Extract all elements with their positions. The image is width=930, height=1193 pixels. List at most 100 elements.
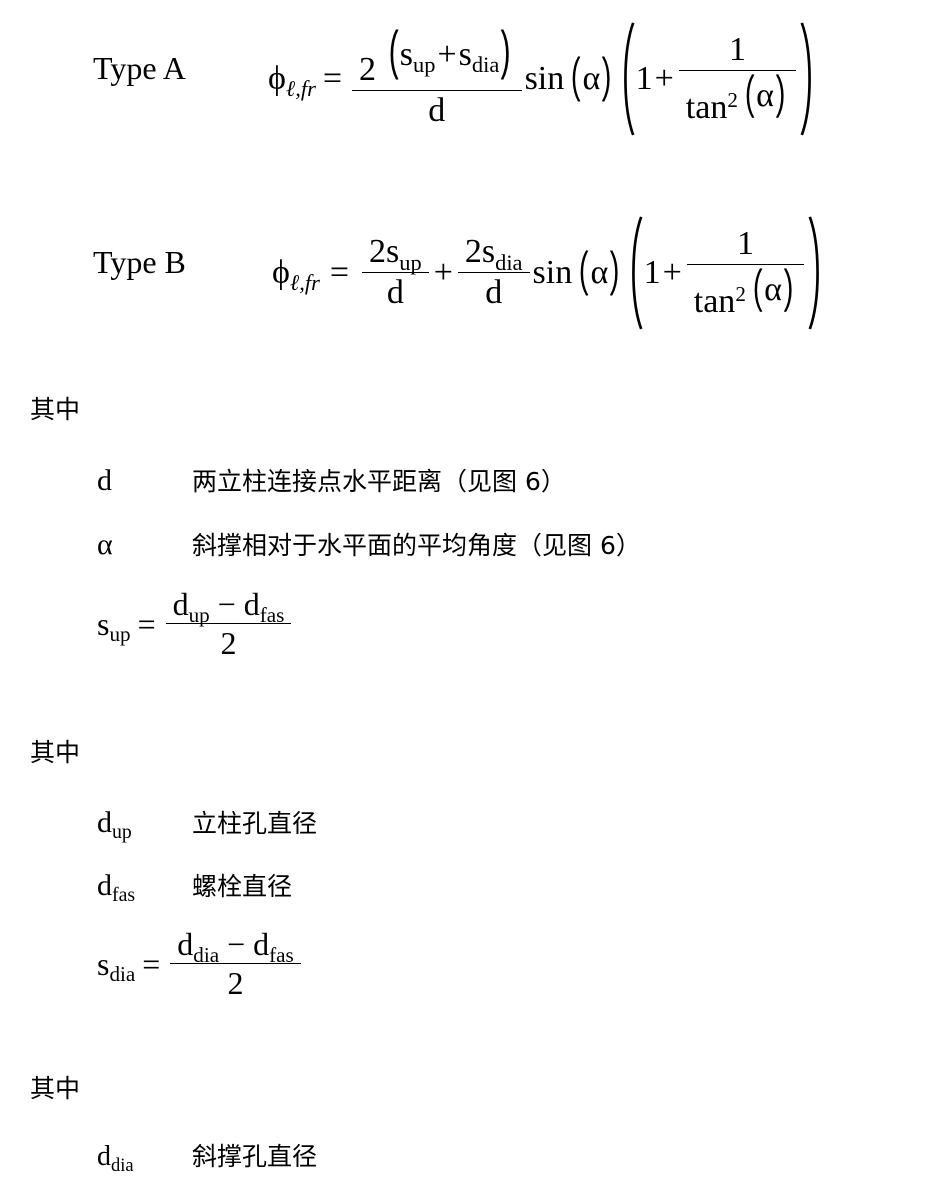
equation-type-b: ϕℓ,fr = 2sup d + 2sdia d sin α 1 + 1 tan… — [272, 216, 825, 330]
equation-type-a-math: ϕℓ,fr = 2 sup + sdia d sin α 1 + 1 tan2 … — [268, 22, 817, 136]
second-fraction-b-base: s — [481, 233, 496, 271]
tan-argument-b: α — [764, 270, 782, 308]
second-fraction-b-numerator: 2sdia — [458, 233, 530, 275]
s-dia-fraction: ddia − dfas 2 — [170, 926, 301, 999]
definition-row-d-dia: ddia 斜撑孔直径 — [97, 1141, 318, 1175]
tan-function-b: tan — [693, 283, 736, 321]
first-fraction-b-base: s — [386, 233, 400, 271]
type-a-label-text: Type A — [93, 50, 186, 86]
formula-s-dia: sdia = ddia − dfas 2 — [97, 928, 304, 999]
definition-term-alpha: α — [97, 528, 113, 561]
definition-term-d-dia: ddia — [97, 1141, 134, 1175]
first-fraction-b-numerator: 2sup — [362, 233, 429, 275]
s-dia-lhs: sdia — [97, 945, 136, 987]
equals-sign-b: = — [329, 253, 350, 291]
main-fraction-a-denominator: d — [352, 90, 522, 128]
outer-bracket-b: 1 + 1 tan2 α — [626, 216, 826, 330]
second-fraction-b: 2sdia d — [457, 233, 530, 310]
bracket-fraction-b-numerator: 1 — [736, 224, 754, 262]
document-page: Type A ϕℓ,fr = 2 sup + sdia d sin α 1 + … — [0, 0, 930, 1193]
first-fraction-b: 2sup d — [362, 235, 429, 310]
where-heading-1: 其中 — [30, 395, 81, 424]
sin-function-b: sin — [532, 253, 573, 291]
main-fraction-a: 2 sup + sdia d — [352, 29, 522, 128]
s-up-num-first: dup — [172, 586, 210, 627]
tan-function-a: tan — [685, 89, 728, 127]
definition-row-d: d 两立柱连接点水平距离（见图 6） — [97, 466, 566, 496]
equation-type-a: ϕℓ,fr = 2 sup + sdia d sin α 1 + 1 tan2 … — [268, 22, 817, 136]
bracket-fraction-a-denominator: tan2 α — [678, 69, 797, 127]
equation-type-b-label: Type B — [93, 246, 186, 278]
definition-row-alpha: α 斜撑相对于水平面的平均角度（见图 6） — [97, 530, 641, 560]
bracket-one-b: 1 — [643, 253, 661, 291]
phi-symbol-b: ϕℓ,fr — [272, 253, 320, 296]
joining-plus-b: + — [433, 253, 453, 291]
main-fraction-a-numerator: 2 sup + sdia — [352, 29, 522, 90]
sin-argument-parenthesis-b: α — [575, 250, 623, 296]
formula-s-up-math: sup = dup − dfas 2 — [97, 588, 294, 659]
tan-power-b: 2 — [735, 282, 746, 307]
s-dia-term-a: sdia — [458, 35, 500, 78]
definition-row-d-up: dup 立柱孔直径 — [97, 806, 318, 843]
bracket-fraction-b: 1 tan2 α — [686, 224, 805, 321]
definition-term-d: d — [97, 464, 112, 497]
equals-sign-a: = — [322, 59, 343, 97]
s-dia-num-operator: − — [227, 926, 246, 962]
s-up-fraction-numerator: dup − dfas — [166, 586, 292, 627]
definition-description-d: 两立柱连接点水平距离（见图 6） — [192, 467, 566, 496]
s-up-num-operator: − — [217, 586, 236, 622]
numerator-parenthesis-a: sup + sdia — [385, 29, 515, 81]
formula-s-dia-math: sdia = ddia − dfas 2 — [97, 928, 304, 999]
bracket-fraction-a: 1 tan2 α — [678, 30, 797, 127]
tan-argument-a: α — [756, 76, 774, 114]
s-dia-fraction-numerator: ddia − dfas — [170, 926, 300, 967]
definition-term-d-fas: dfas — [97, 869, 136, 906]
where-heading-3: 其中 — [30, 1074, 81, 1103]
first-fraction-b-coefficient: 2 — [369, 233, 387, 271]
s-dia-equals: = — [142, 945, 161, 982]
s-dia-fraction-denominator: 2 — [170, 963, 301, 999]
second-fraction-b-coefficient: 2 — [464, 233, 482, 271]
s-dia-num-first: ddia — [177, 926, 220, 967]
type-b-label-text: Type B — [93, 244, 186, 280]
bracket-plus-b: + — [662, 253, 682, 291]
s-up-lhs: sup — [97, 605, 131, 647]
second-fraction-b-sub: dia — [495, 249, 523, 275]
equation-type-b-math: ϕℓ,fr = 2sup d + 2sdia d sin α 1 + 1 tan… — [272, 216, 825, 330]
phi-subscript-b: ℓ,fr — [289, 270, 320, 296]
definition-description-d-up: 立柱孔直径 — [192, 809, 318, 838]
formula-s-up: sup = dup − dfas 2 — [97, 588, 294, 659]
sin-argument-parenthesis-a: α — [567, 56, 615, 102]
first-fraction-b-sub: up — [399, 249, 422, 275]
sin-argument-b: α — [590, 253, 609, 291]
numerator-plus-a: + — [437, 35, 457, 73]
s-up-fraction: dup − dfas 2 — [165, 586, 292, 659]
s-dia-num-second: dfas — [253, 926, 294, 967]
bracket-fraction-a-numerator: 1 — [729, 30, 747, 68]
phi-subscript-a: ℓ,fr — [285, 76, 316, 102]
first-fraction-b-denominator: d — [362, 272, 429, 310]
second-fraction-b-denominator: d — [457, 272, 530, 310]
bracket-fraction-b-denominator: tan2 α — [686, 263, 805, 321]
numerator-parenthesis-a-body: sup + sdia — [399, 29, 501, 80]
s-up-fraction-denominator: 2 — [165, 623, 292, 659]
s-up-num-second: dfas — [243, 586, 285, 627]
sin-argument-a: α — [582, 59, 601, 97]
outer-bracket-a: 1 + 1 tan2 α — [618, 22, 818, 136]
tan-power-a: 2 — [727, 88, 738, 113]
definition-term-d-up: dup — [97, 806, 132, 843]
outer-bracket-b-body: 1 + 1 tan2 α — [643, 216, 809, 330]
s-up-term-a: sup — [399, 35, 436, 78]
definition-description-d-dia: 斜撑孔直径 — [192, 1142, 318, 1171]
bracket-plus-a: + — [654, 59, 674, 97]
equation-type-a-label: Type A — [93, 52, 186, 84]
bracket-one-a: 1 — [635, 59, 653, 97]
where-heading-2: 其中 — [30, 738, 81, 767]
s-up-equals: = — [137, 605, 156, 642]
sin-function-a: sin — [524, 59, 565, 97]
definition-description-d-fas: 螺栓直径 — [192, 872, 293, 901]
numerator-coefficient-a: 2 — [359, 51, 377, 89]
definition-row-d-fas: dfas 螺栓直径 — [97, 869, 293, 906]
phi-symbol-a: ϕℓ,fr — [268, 59, 316, 102]
tan-argument-parenthesis-b: α — [749, 268, 797, 312]
